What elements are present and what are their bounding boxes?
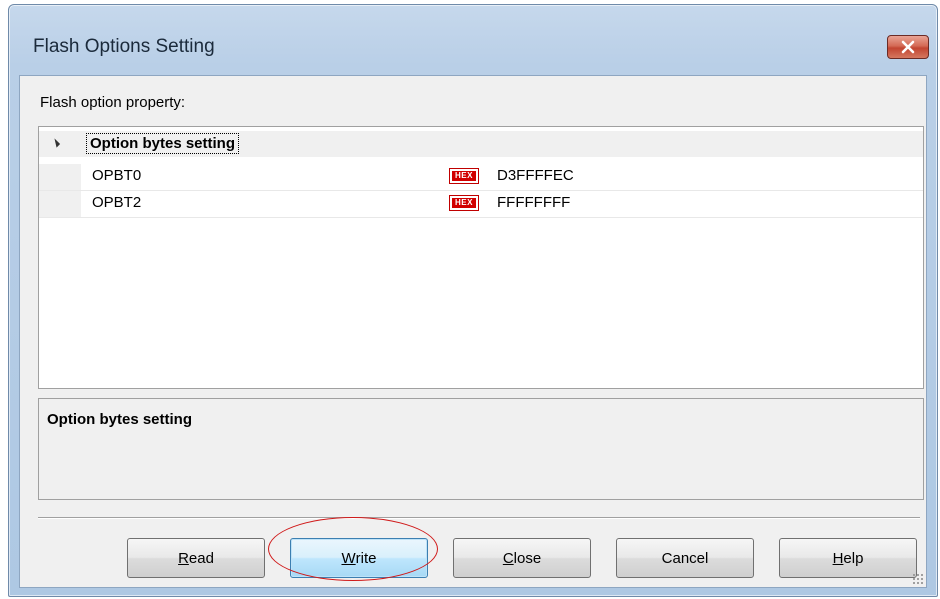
description-title: Option bytes setting — [47, 411, 193, 428]
property-name: OPBT0 — [92, 167, 142, 184]
title-bar[interactable]: Flash Options Setting — [9, 5, 937, 75]
row-gutter — [39, 191, 81, 217]
property-grid[interactable]: Option bytes setting OPBT0 HEX D3FFFFEC … — [38, 126, 924, 389]
close-label-rest: lose — [513, 549, 542, 567]
expand-triangle-icon[interactable] — [50, 138, 61, 148]
window-title: Flash Options Setting — [33, 36, 215, 57]
read-label-rest: ead — [188, 549, 214, 567]
close-mnemonic: C — [502, 549, 514, 567]
cancel-button[interactable]: Cancel — [616, 538, 754, 578]
property-label: Flash option property: — [40, 94, 185, 111]
write-label-rest: rite — [355, 549, 377, 567]
hex-icon: HEX — [449, 195, 479, 211]
property-name: OPBT2 — [92, 194, 142, 211]
separator-line — [38, 517, 920, 519]
property-row-opbt0[interactable]: OPBT0 HEX D3FFFFEC — [39, 164, 923, 191]
row-gutter — [39, 164, 81, 190]
property-label-text: Flash option property: — [40, 94, 186, 111]
hex-icon-text: HEX — [452, 198, 476, 208]
category-label: Option bytes setting — [86, 133, 240, 154]
property-value[interactable]: FFFFFFFF — [497, 194, 570, 211]
description-panel: Option bytes setting — [38, 398, 924, 500]
close-icon — [901, 40, 915, 54]
write-button[interactable]: Write — [290, 538, 428, 578]
property-value[interactable]: D3FFFFEC — [497, 167, 574, 184]
dialog-client-area: Flash option property: Option bytes sett… — [19, 75, 927, 588]
resize-grip[interactable] — [912, 573, 924, 585]
dialog-window: Flash Options Setting Flash option prope… — [8, 4, 938, 597]
hex-icon-text: HEX — [452, 171, 476, 181]
close-window-button[interactable] — [887, 35, 929, 59]
cancel-label: Cancel — [661, 549, 709, 567]
close-button[interactable]: Close — [453, 538, 591, 578]
read-button[interactable]: Read — [127, 538, 265, 578]
read-mnemonic: R — [178, 549, 189, 567]
help-mnemonic: H — [832, 549, 844, 567]
help-label-rest: elp — [843, 549, 864, 567]
category-row[interactable]: Option bytes setting — [39, 131, 923, 157]
hex-icon: HEX — [449, 168, 479, 184]
write-mnemonic: W — [341, 549, 356, 567]
property-row-opbt2[interactable]: OPBT2 HEX FFFFFFFF — [39, 191, 923, 218]
help-button[interactable]: Help — [779, 538, 917, 578]
